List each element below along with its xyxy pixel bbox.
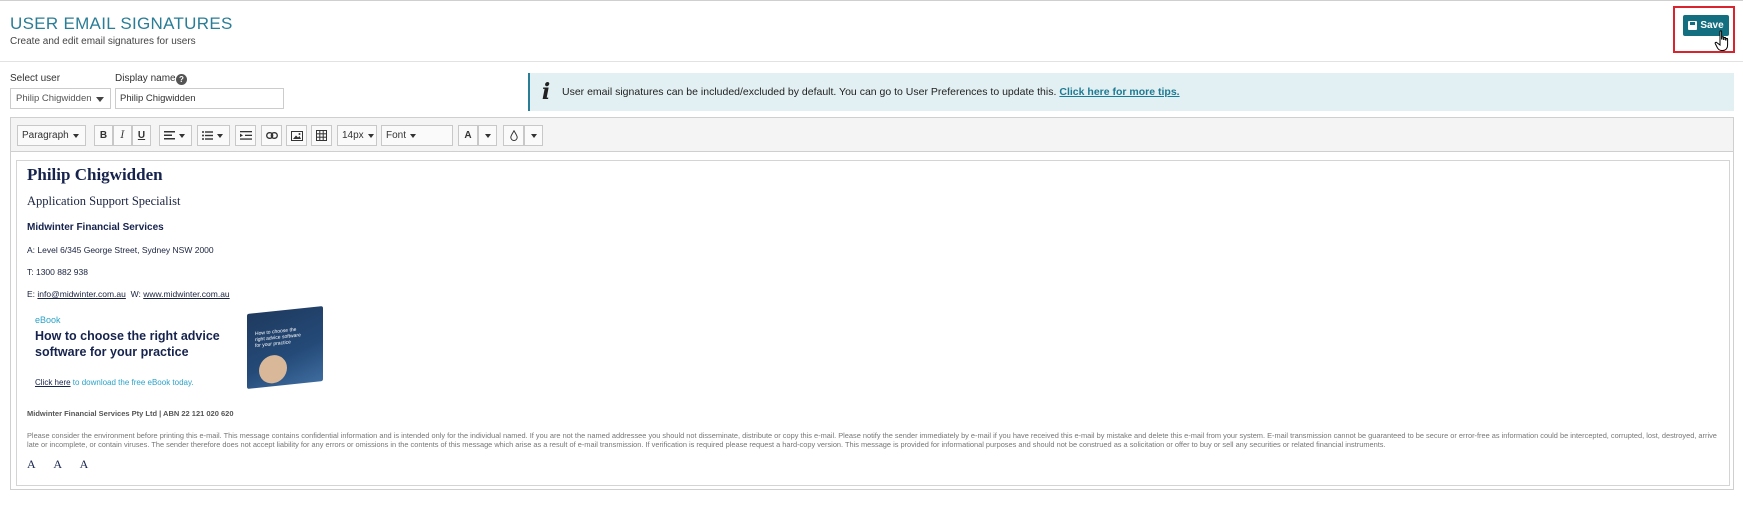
hand-pointer-icon	[1714, 30, 1729, 51]
italic-button[interactable]: I	[113, 125, 132, 146]
underline-button[interactable]: U	[132, 125, 151, 146]
website-link[interactable]: www.midwinter.com.au	[143, 289, 229, 299]
ebook-banner[interactable]: eBook How to choose the right advice sof…	[27, 306, 323, 392]
background-color-dropdown[interactable]	[524, 125, 543, 146]
info-banner: i User email signatures can be included/…	[528, 73, 1734, 111]
font-size-glyphs: A A A	[27, 457, 97, 471]
ebook-cover-text: How to choose the right advice software …	[255, 326, 301, 350]
indent-icon	[239, 131, 252, 140]
info-banner-text: User email signatures can be included/ex…	[562, 86, 1057, 98]
signature-editor: Paragraph B I U 14px Font A Philip Chigw…	[10, 117, 1734, 490]
web-prefix: W:	[130, 289, 144, 299]
page-subtitle: Create and edit email signatures for use…	[10, 36, 196, 47]
chevron-down-icon	[367, 133, 374, 138]
floppy-disk-icon	[1688, 21, 1698, 30]
signature-role: Application Support Specialist	[27, 194, 181, 208]
display-name-input[interactable]	[115, 88, 284, 109]
paragraph-format-label: Paragraph	[22, 130, 69, 141]
chevron-down-icon	[530, 133, 537, 138]
insert-table-button[interactable]	[311, 125, 332, 146]
help-icon[interactable]: ?	[176, 74, 187, 85]
bullet-list-icon	[202, 131, 213, 140]
ebook-cta: Click here to download the free eBook to…	[35, 378, 194, 387]
more-tips-link[interactable]: Click here for more tips.	[1059, 86, 1179, 98]
signature-phone: T: 1300 882 938	[27, 267, 88, 277]
ebook-tag: eBook	[35, 315, 61, 325]
signature-address: A: Level 6/345 George Street, Sydney NSW…	[27, 245, 214, 255]
ebook-cta-text: to download the free eBook today.	[70, 378, 194, 387]
text-color-dropdown[interactable]	[478, 125, 497, 146]
ebook-cover-image: How to choose the right advice software …	[247, 306, 323, 389]
email-link[interactable]: info@midwinter.com.au	[37, 289, 125, 299]
insert-link-button[interactable]	[261, 125, 282, 146]
select-user-label: Select user	[10, 73, 61, 84]
table-icon	[316, 130, 327, 141]
header-divider	[0, 61, 1743, 62]
info-icon: i	[541, 79, 551, 105]
align-left-icon	[164, 131, 175, 140]
select-user-value: Philip Chigwidden	[16, 93, 92, 104]
select-user-dropdown[interactable]: Philip Chigwidden	[10, 88, 111, 109]
list-dropdown[interactable]	[197, 125, 230, 146]
page-title: USER EMAIL SIGNATURES	[10, 14, 233, 33]
signature-name: Philip Chigwidden	[27, 165, 163, 184]
chevron-down-icon	[484, 133, 491, 138]
insert-image-button[interactable]	[286, 125, 307, 146]
chevron-down-icon	[179, 133, 185, 138]
chevron-down-icon	[410, 133, 417, 138]
signature-contact-line: E: info@midwinter.com.au W: www.midwinte…	[27, 289, 230, 299]
link-icon	[265, 132, 278, 139]
font-family-dropdown[interactable]: Font	[381, 125, 453, 146]
display-name-label: Display name	[115, 73, 176, 84]
droplet-icon	[509, 130, 518, 141]
email-disclaimer: Please consider the environment before p…	[27, 431, 1717, 449]
font-size-value: 14px	[342, 130, 364, 141]
ebook-title: How to choose the right advice software …	[35, 329, 220, 359]
ebook-cover-person	[259, 353, 287, 385]
ebook-download-link[interactable]: Click here	[35, 378, 71, 387]
font-size-dropdown[interactable]: 14px	[337, 125, 377, 146]
image-icon	[290, 130, 303, 141]
indent-button[interactable]	[235, 125, 256, 146]
align-dropdown[interactable]	[159, 125, 192, 146]
background-color-button[interactable]	[503, 125, 524, 146]
legal-company-line: Midwinter Financial Services Pty Ltd | A…	[27, 409, 234, 418]
text-color-button[interactable]: A	[458, 125, 478, 146]
bold-button[interactable]: B	[94, 125, 113, 146]
chevron-down-icon	[96, 97, 104, 102]
signature-company: Midwinter Financial Services	[27, 222, 164, 233]
paragraph-format-dropdown[interactable]: Paragraph	[17, 125, 86, 146]
editor-content-area[interactable]: Philip Chigwidden Application Support Sp…	[16, 160, 1730, 486]
email-prefix: E:	[27, 289, 38, 299]
chevron-down-icon	[217, 133, 223, 138]
editor-toolbar: Paragraph B I U 14px Font A	[11, 118, 1733, 152]
top-border	[0, 0, 1743, 1]
font-family-value: Font	[386, 130, 407, 141]
chevron-down-icon	[72, 133, 79, 138]
